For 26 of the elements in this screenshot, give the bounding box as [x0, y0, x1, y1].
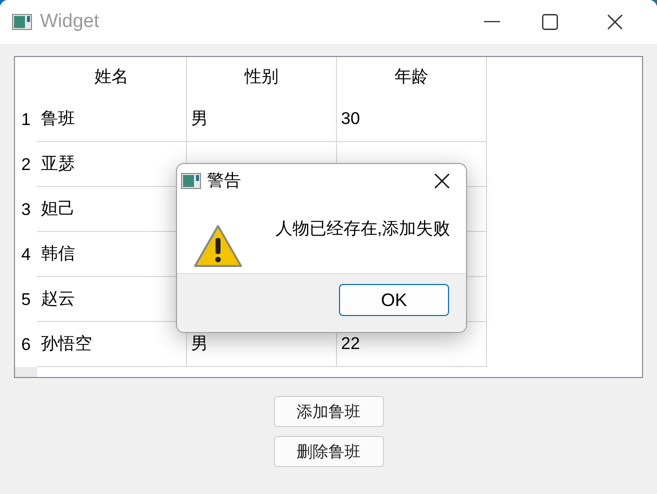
row-header[interactable]: 5	[15, 277, 37, 322]
column-header[interactable]: 年龄	[337, 57, 487, 97]
row-header[interactable]: 1	[15, 97, 37, 142]
close-icon	[607, 14, 623, 30]
window-title: Widget	[40, 10, 100, 34]
table-cell: 30	[337, 97, 487, 142]
dialog-title: 警告	[207, 170, 241, 192]
column-header[interactable]: 姓名	[37, 57, 187, 97]
minimize-icon	[484, 21, 500, 23]
row-header[interactable]: 3	[15, 187, 37, 232]
push-button[interactable]: 删除鲁班	[274, 436, 384, 467]
row-header[interactable]: 2	[15, 142, 37, 187]
row-header-corner	[15, 367, 37, 377]
table-cell: 鲁班	[37, 97, 187, 142]
column-header[interactable]: 性别	[187, 57, 337, 97]
maximize-icon	[542, 14, 558, 30]
push-button[interactable]: 添加鲁班	[274, 396, 384, 427]
table-cell: 男	[187, 97, 337, 142]
app-icon	[181, 173, 201, 189]
close-icon	[434, 173, 450, 189]
ok-button[interactable]: OK	[339, 284, 449, 316]
app-icon	[12, 14, 32, 30]
dialog-message: 人物已经存在,添加失败	[275, 218, 450, 240]
row-header[interactable]: 4	[15, 232, 37, 277]
row-header[interactable]: 6	[15, 322, 37, 367]
warning-icon	[193, 224, 243, 268]
